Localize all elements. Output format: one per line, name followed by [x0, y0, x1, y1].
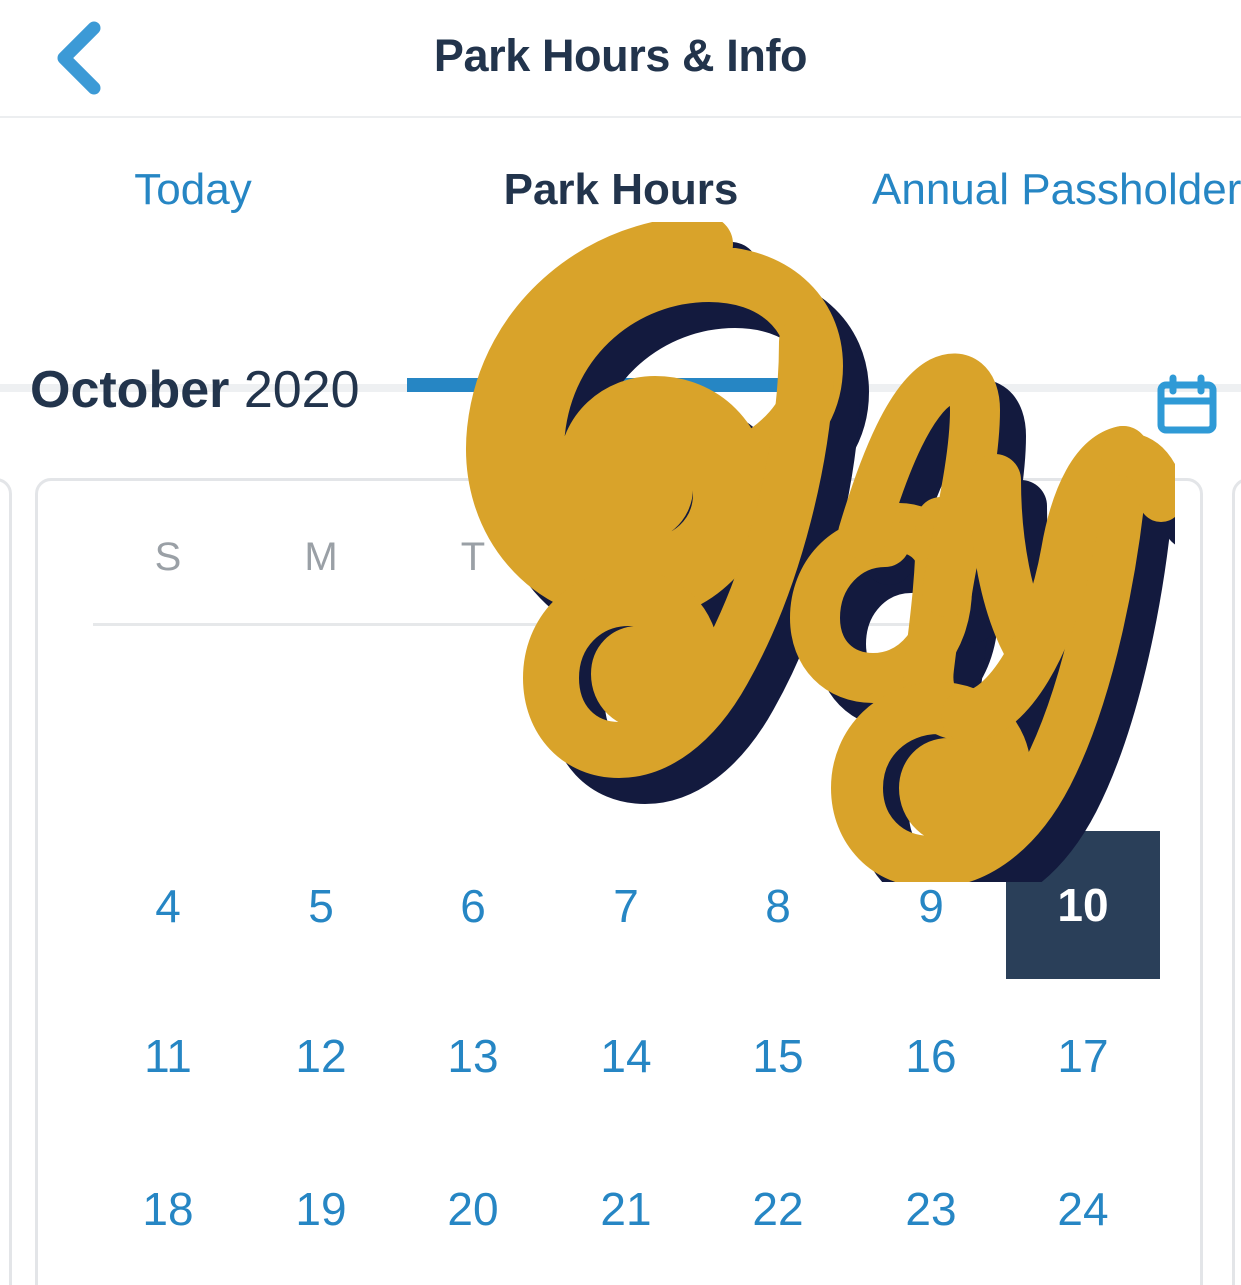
day-cell-6[interactable]: 6 — [423, 856, 523, 956]
day-cell-11[interactable]: 11 — [118, 1006, 218, 1106]
day-cell-8[interactable]: 8 — [728, 856, 828, 956]
day-cell-18[interactable]: 18 — [118, 1159, 218, 1259]
tab-today[interactable]: Today — [60, 120, 326, 260]
day-cell-17[interactable]: 17 — [1033, 1006, 1133, 1106]
current-month-card: S M T W T F S 3 4 5 6 7 8 9 10 11 12 13 … — [35, 478, 1203, 1285]
day-cell-12[interactable]: 12 — [271, 1006, 371, 1106]
month-header: October 2020 — [0, 360, 1241, 470]
previous-month-card[interactable] — [0, 478, 12, 1285]
weekday-header-mon: M — [304, 534, 338, 579]
tab-park-hours[interactable]: Park Hours — [407, 120, 835, 260]
day-cell-14[interactable]: 14 — [576, 1006, 676, 1106]
day-cell-5[interactable]: 5 — [271, 856, 371, 956]
day-cell-3[interactable]: 3 — [1033, 703, 1133, 803]
calendar-icon — [1156, 373, 1218, 440]
weekday-divider — [93, 623, 1151, 626]
navigation-bar: Park Hours & Info — [0, 0, 1241, 118]
day-cell-23[interactable]: 23 — [881, 1159, 981, 1259]
month-name: October — [30, 361, 230, 419]
day-cell-21[interactable]: 21 — [576, 1159, 676, 1259]
tab-annual-passholder[interactable]: Annual Passholder — [872, 120, 1241, 260]
weekday-header-sat: S — [1069, 534, 1097, 579]
weekday-header-tue: T — [460, 534, 486, 579]
year-value: 2020 — [243, 361, 360, 419]
day-cell-19[interactable]: 19 — [271, 1159, 371, 1259]
month-year-label: October 2020 — [30, 360, 360, 420]
weekday-header-thu: T — [765, 534, 791, 579]
day-cell-15[interactable]: 15 — [728, 1006, 828, 1106]
calendar-picker-button[interactable] — [1151, 370, 1223, 442]
weekday-header-fri: F — [918, 534, 944, 579]
day-cell-20[interactable]: 20 — [423, 1159, 523, 1259]
day-cell-24[interactable]: 24 — [1033, 1159, 1133, 1259]
day-cell-16[interactable]: 16 — [881, 1006, 981, 1106]
day-cell-7[interactable]: 7 — [576, 856, 676, 956]
day-cell-4[interactable]: 4 — [118, 856, 218, 956]
weekday-header-row: S M T W T F S — [38, 511, 1206, 603]
weekday-header-sun: S — [154, 534, 182, 579]
day-cell-13[interactable]: 13 — [423, 1006, 523, 1106]
next-month-card[interactable] — [1232, 478, 1241, 1285]
day-cell-22[interactable]: 22 — [728, 1159, 828, 1259]
page-title: Park Hours & Info — [433, 30, 808, 81]
day-cell-9[interactable]: 9 — [881, 856, 981, 956]
tab-bar: Today Park Hours Annual Passholder — [0, 120, 1241, 392]
day-cell-10-selected[interactable]: 10 — [1006, 831, 1160, 979]
weekday-header-wed: W — [607, 534, 645, 579]
app-screen: Park Hours & Info Today Park Hours Annua… — [0, 0, 1241, 1285]
